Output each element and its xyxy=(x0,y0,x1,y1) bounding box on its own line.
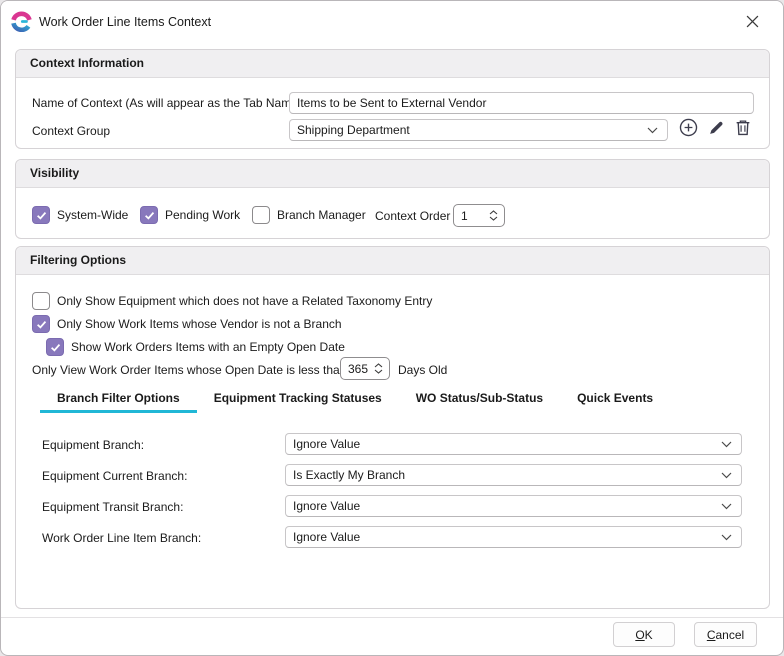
tab-label: Quick Events xyxy=(577,391,653,405)
empty-open-date-checkbox-field[interactable]: Show Work Orders Items with an Empty Ope… xyxy=(46,338,345,356)
equipment-current-branch-combobox[interactable]: Is Exactly My Branch xyxy=(285,464,742,486)
system-wide-checkbox[interactable] xyxy=(32,206,50,224)
branch-manager-checkbox-field[interactable]: Branch Manager xyxy=(252,206,366,224)
context-group-combobox[interactable]: Shipping Department xyxy=(289,119,668,141)
branch-manager-checkbox[interactable] xyxy=(252,206,270,224)
work-order-line-item-branch-combobox[interactable]: Ignore Value xyxy=(285,526,742,548)
filter-tabs: Branch Filter Options Equipment Tracking… xyxy=(40,386,670,413)
ok-button[interactable]: OK xyxy=(613,622,675,647)
close-icon xyxy=(746,15,759,31)
equipment-transit-branch-value: Ignore Value xyxy=(293,499,360,513)
check-icon xyxy=(36,319,47,330)
open-date-prefix-label: Only View Work Order Items whose Open Da… xyxy=(32,363,346,377)
tab-label: Equipment Tracking Statuses xyxy=(214,391,382,405)
days-old-value: 365 xyxy=(348,362,368,376)
footer-separator xyxy=(1,617,783,618)
pencil-icon xyxy=(708,119,725,139)
name-of-context-input[interactable] xyxy=(289,92,754,114)
days-old-label: Days Old xyxy=(398,363,447,377)
chevron-down-icon xyxy=(721,530,732,544)
pending-work-checkbox-field[interactable]: Pending Work xyxy=(140,206,240,224)
equipment-branch-label: Equipment Branch: xyxy=(42,438,144,452)
filtering-options-group: Filtering Options Only Show Equipment wh… xyxy=(15,246,770,609)
system-wide-checkbox-field[interactable]: System-Wide xyxy=(32,206,128,224)
equipment-current-branch-label: Equipment Current Branch: xyxy=(42,469,187,483)
tab-branch-filter-options[interactable]: Branch Filter Options xyxy=(40,386,197,413)
branch-manager-label: Branch Manager xyxy=(277,208,366,222)
empty-open-date-checkbox[interactable] xyxy=(46,338,64,356)
vendor-not-branch-checkbox-field[interactable]: Only Show Work Items whose Vendor is not… xyxy=(32,315,342,333)
equipment-branch-value: Ignore Value xyxy=(293,437,360,451)
context-order-label: Context Order xyxy=(375,209,450,223)
title-bar: Work Order Line Items Context xyxy=(1,1,783,45)
context-order-value: 1 xyxy=(461,209,468,223)
delete-context-group-button[interactable] xyxy=(730,116,755,141)
add-circle-icon xyxy=(679,118,698,140)
work-order-line-item-branch-label: Work Order Line Item Branch: xyxy=(42,531,201,545)
trash-icon xyxy=(735,119,751,139)
context-information-group: Context Information Name of Context (As … xyxy=(15,49,770,149)
add-context-group-button[interactable] xyxy=(676,116,701,141)
work-order-line-item-branch-value: Ignore Value xyxy=(293,530,360,544)
vendor-not-branch-label: Only Show Work Items whose Vendor is not… xyxy=(57,317,342,331)
chevron-down-icon xyxy=(721,468,732,482)
tab-wo-status-sub-status[interactable]: WO Status/Sub-Status xyxy=(399,386,560,413)
chevron-down-icon xyxy=(721,437,732,451)
context-group-value: Shipping Department xyxy=(297,123,410,137)
spin-down-icon[interactable] xyxy=(374,369,383,374)
chevron-down-icon xyxy=(647,123,658,137)
equipment-branch-combobox[interactable]: Ignore Value xyxy=(285,433,742,455)
system-wide-label: System-Wide xyxy=(57,208,128,222)
pending-work-label: Pending Work xyxy=(165,208,240,222)
tab-equipment-tracking-statuses[interactable]: Equipment Tracking Statuses xyxy=(197,386,399,413)
window-title: Work Order Line Items Context xyxy=(39,15,211,29)
name-of-context-label: Name of Context (As will appear as the T… xyxy=(32,96,302,110)
tab-quick-events[interactable]: Quick Events xyxy=(560,386,670,413)
days-old-spinner[interactable]: 365 xyxy=(340,357,390,380)
empty-open-date-label: Show Work Orders Items with an Empty Ope… xyxy=(71,340,345,354)
check-icon xyxy=(50,342,61,353)
vendor-not-branch-checkbox[interactable] xyxy=(32,315,50,333)
cancel-button[interactable]: Cancel xyxy=(694,622,757,647)
spin-down-icon[interactable] xyxy=(489,216,498,221)
chevron-down-icon xyxy=(721,499,732,513)
equipment-transit-branch-combobox[interactable]: Ignore Value xyxy=(285,495,742,517)
filtering-options-header: Filtering Options xyxy=(16,247,769,275)
taxonomy-entry-label: Only Show Equipment which does not have … xyxy=(57,294,432,308)
taxonomy-entry-checkbox[interactable] xyxy=(32,292,50,310)
spin-up-icon[interactable] xyxy=(374,363,383,368)
close-button[interactable] xyxy=(737,9,767,37)
app-logo-icon xyxy=(11,11,32,32)
pending-work-checkbox[interactable] xyxy=(140,206,158,224)
equipment-transit-branch-label: Equipment Transit Branch: xyxy=(42,500,183,514)
context-group-label: Context Group xyxy=(32,124,110,138)
spin-up-icon[interactable] xyxy=(489,210,498,215)
check-icon xyxy=(36,210,47,221)
tab-label: WO Status/Sub-Status xyxy=(416,391,543,405)
work-order-line-items-context-dialog: Work Order Line Items Context Context In… xyxy=(0,0,784,656)
visibility-header: Visibility xyxy=(16,160,769,188)
tab-label: Branch Filter Options xyxy=(57,391,180,405)
edit-context-group-button[interactable] xyxy=(704,116,729,141)
equipment-current-branch-value: Is Exactly My Branch xyxy=(293,468,405,482)
taxonomy-entry-checkbox-field[interactable]: Only Show Equipment which does not have … xyxy=(32,292,432,310)
check-icon xyxy=(144,210,155,221)
context-information-header: Context Information xyxy=(16,50,769,78)
context-order-spinner[interactable]: 1 xyxy=(453,204,505,227)
visibility-group: Visibility System-Wide Pending Work Bran… xyxy=(15,159,770,239)
